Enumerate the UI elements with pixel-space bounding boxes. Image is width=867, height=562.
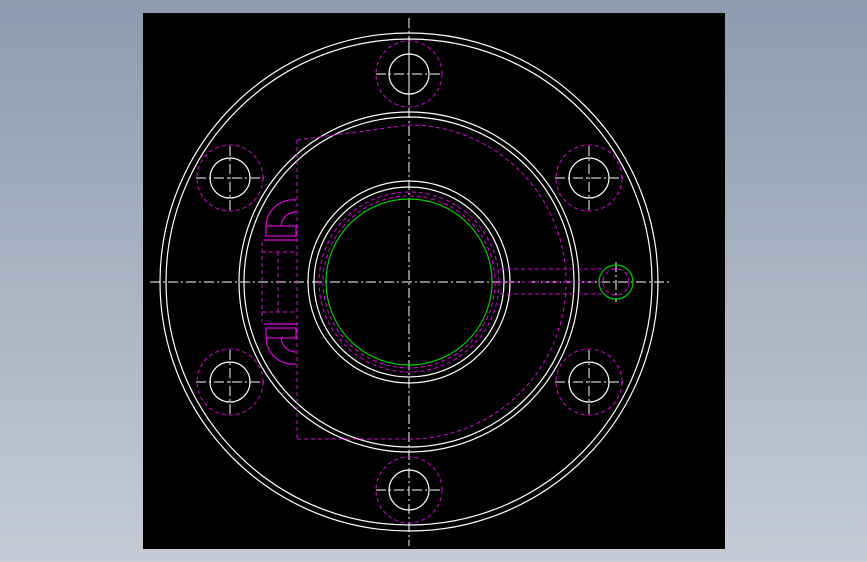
fitting-lower-inner xyxy=(280,337,297,353)
fitting-upper-block xyxy=(265,225,297,237)
drawing-canvas[interactable] xyxy=(143,13,725,549)
fitting-upper-inner xyxy=(280,211,297,227)
flange-drawing xyxy=(150,18,670,546)
cad-viewport xyxy=(0,0,867,562)
fitting-lower-block xyxy=(265,327,297,339)
